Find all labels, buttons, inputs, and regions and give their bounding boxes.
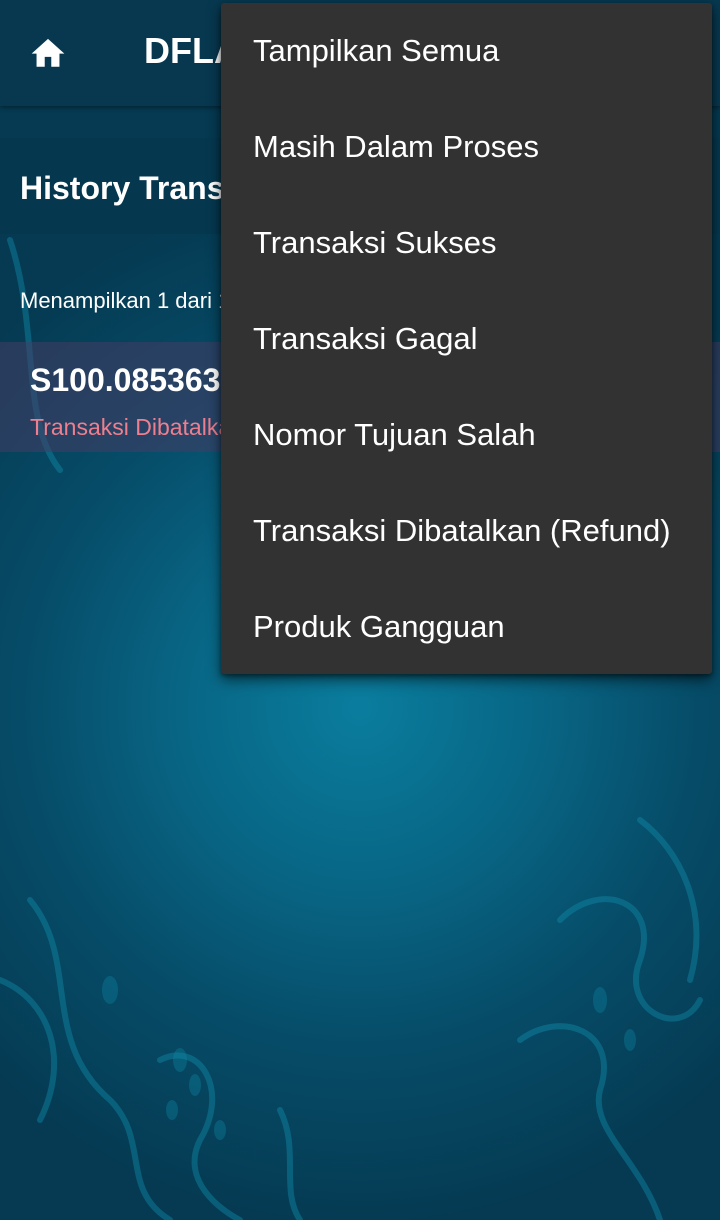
- menu-item-produk-gangguan[interactable]: Produk Gangguan: [221, 579, 712, 675]
- home-icon: [31, 38, 65, 67]
- menu-item-masih-dalam-proses[interactable]: Masih Dalam Proses: [221, 99, 712, 195]
- filter-dropdown-menu: Tampilkan Semua Masih Dalam Proses Trans…: [221, 3, 712, 674]
- menu-item-transaksi-gagal[interactable]: Transaksi Gagal: [221, 291, 712, 387]
- screen: DFLASH History Transaksi Menampilkan 1 d…: [0, 0, 720, 1220]
- transaction-id: S100.085363: [30, 362, 221, 398]
- menu-item-tampilkan-semua[interactable]: Tampilkan Semua: [221, 3, 712, 99]
- menu-item-transaksi-dibatalkan[interactable]: Transaksi Dibatalkan (Refund): [221, 483, 712, 579]
- menu-item-nomor-tujuan-salah[interactable]: Nomor Tujuan Salah: [221, 387, 712, 483]
- home-button[interactable]: [20, 24, 76, 80]
- menu-item-transaksi-sukses[interactable]: Transaksi Sukses: [221, 195, 712, 291]
